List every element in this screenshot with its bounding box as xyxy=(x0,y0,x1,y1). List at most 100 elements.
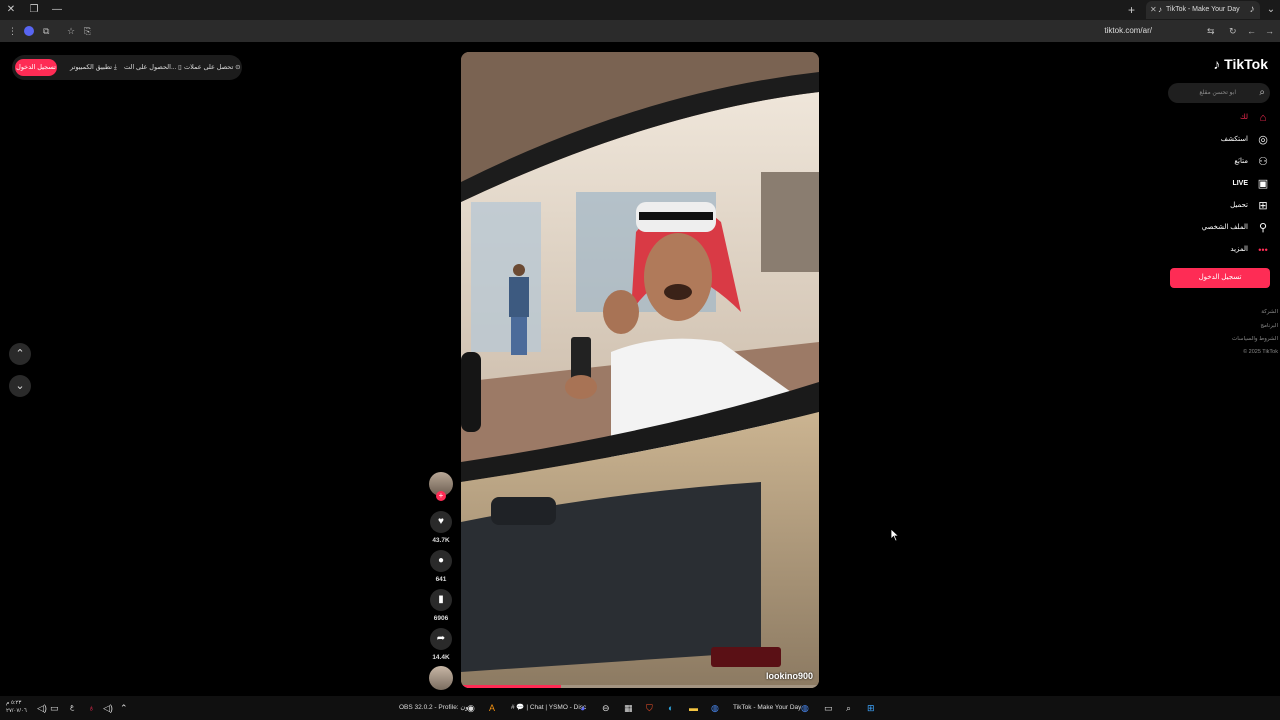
comment-action[interactable]: ● 641 xyxy=(429,550,453,583)
task-view-icon[interactable]: ▭ xyxy=(824,701,833,715)
bookmark-icon[interactable]: ▮ xyxy=(430,589,452,611)
get-app-link[interactable]: الحصول على الت... ▯ xyxy=(124,55,182,80)
coin-icon: ⊙ xyxy=(235,64,241,71)
taskbar-obs-label[interactable]: OBS 32.0.2 - Profile: بدون xyxy=(399,701,474,715)
window-close-icon[interactable]: ✕ xyxy=(4,3,18,17)
tab-favicon-icon: ♪ xyxy=(1158,5,1162,14)
system-clock[interactable]: ٥:٢٣ م ٢٧/٠٧/٠٦ xyxy=(6,699,27,715)
sidebar-item-label: المزيد xyxy=(1230,246,1248,253)
desktop-app-link[interactable]: تطبيق الكمبيوتر ⤓ xyxy=(70,55,117,80)
download-icon: ⤓ xyxy=(113,64,117,71)
tab-tiktok[interactable]: ✕ ♪ TikTok - Make Your Day xyxy=(1146,1,1260,19)
save-action[interactable]: ▮ 6906 xyxy=(429,589,453,622)
heart-icon[interactable]: ♥ xyxy=(430,511,452,533)
sidebar-item-upload[interactable]: ⊞ تحميل xyxy=(1150,199,1270,213)
tiktok-ext-icon[interactable]: ♪ xyxy=(1245,3,1259,17)
sidebar-item-label: تحميل xyxy=(1230,202,1248,209)
music-disc-avatar[interactable] xyxy=(429,666,453,690)
live-icon: ▣ xyxy=(1257,178,1269,190)
taskbar-search-icon[interactable]: ⌕ xyxy=(846,701,851,715)
like-action[interactable]: ♥ 43.7K xyxy=(429,511,453,544)
app-a-icon[interactable]: A xyxy=(489,701,495,715)
video-player[interactable]: lookino900 xyxy=(461,52,819,688)
tiktok-note-icon: ♪ xyxy=(1213,56,1221,72)
taskbar-discord-label[interactable]: # 💬 | Chat | YSMO - Disc xyxy=(511,701,586,715)
calendar-icon[interactable]: ▦ xyxy=(624,701,633,715)
search-icon[interactable]: ⌕ xyxy=(1259,86,1265,100)
browser-toolbar: ⋮ ⧉ ☆ ⎘ tiktok.com/ar/ ⇆ ↻ ← → xyxy=(0,20,1280,42)
tiktok-page: تسجيل الدخول تطبيق الكمبيوتر ⤓ الحصول عل… xyxy=(0,42,1280,696)
share-arrow-icon[interactable]: ➦ xyxy=(430,628,452,650)
profile-avatar-icon[interactable] xyxy=(24,26,34,36)
share-action[interactable]: ➦ 14.4K xyxy=(429,628,453,661)
url-text: tiktok.com/ar/ xyxy=(1104,26,1152,35)
sidebar-item-for-you[interactable]: ⌂ لك xyxy=(1150,111,1270,125)
obs-icon[interactable]: ◉ xyxy=(467,701,475,715)
footer-terms-link[interactable]: الشروط والسياسات xyxy=(1232,336,1278,342)
microphone-icon[interactable]: ♁ xyxy=(88,701,95,715)
window-minimize-icon[interactable]: — xyxy=(50,3,64,17)
file-explorer-icon[interactable]: ▬ xyxy=(689,701,698,715)
chrome-icon[interactable]: ◍ xyxy=(711,701,719,715)
address-bar[interactable]: tiktok.com/ar/ xyxy=(100,22,1240,40)
tiktok-logo[interactable]: ♪ TikTok xyxy=(1213,56,1268,72)
comment-count: 641 xyxy=(435,576,447,583)
network-icon[interactable]: ▭ xyxy=(50,701,59,715)
site-settings-icon[interactable]: ⇆ xyxy=(1207,24,1215,38)
previous-video-button[interactable]: ⌃ xyxy=(9,343,31,365)
sidebar-item-more[interactable]: ••• المزيد xyxy=(1150,243,1270,257)
promo-login-button[interactable]: تسجيل الدخول xyxy=(15,59,57,76)
video-progress-track[interactable] xyxy=(461,685,819,688)
desktop-app-label: تطبيق الكمبيوتر xyxy=(70,64,113,71)
sidebar-login-button[interactable]: تسجيل الدخول xyxy=(1170,268,1270,288)
sidebar-item-live[interactable]: ▣ LIVE xyxy=(1150,177,1270,191)
forward-icon[interactable]: → xyxy=(1265,24,1274,38)
search-placeholder: ابو تحسن مقلع xyxy=(1199,90,1236,96)
sidebar-item-following[interactable]: ⚇ متابَع xyxy=(1150,155,1270,169)
reload-icon[interactable]: ↻ xyxy=(1229,24,1237,38)
menu-dots-icon[interactable]: ⋮ xyxy=(8,24,17,38)
tray-chevron-up-icon[interactable]: ⌃ xyxy=(120,701,128,715)
back-icon[interactable]: ← xyxy=(1247,24,1256,38)
extensions-icon[interactable]: ⧉ xyxy=(43,24,49,38)
bookmark-star-icon[interactable]: ☆ xyxy=(67,24,75,38)
start-menu-icon[interactable]: ⊞ xyxy=(867,701,875,715)
sidebar-item-label: الملف الشخصي xyxy=(1201,224,1248,231)
sidebar-item-label: LIVE xyxy=(1232,180,1248,187)
save-count: 6906 xyxy=(433,615,449,622)
sidebar-item-explore[interactable]: ◎ استكشف xyxy=(1150,133,1270,147)
taskbar-tiktok-label[interactable]: TikTok - Make Your Day xyxy=(733,701,801,715)
footer-program-link[interactable]: البرنامج xyxy=(1260,323,1278,329)
discord-icon[interactable]: ◕ xyxy=(580,701,585,715)
compass-icon: ◎ xyxy=(1258,134,1268,146)
follow-plus-icon[interactable]: + xyxy=(436,491,446,501)
speaker-icon[interactable]: ◁) xyxy=(37,701,47,715)
browser-tab-bar: ✕ ❐ — + ✕ ♪ TikTok - Make Your Day ♪ ⌄ xyxy=(0,0,1280,20)
more-icon: ••• xyxy=(1258,245,1268,255)
video-progress-fill xyxy=(461,685,562,688)
footer-copyright: © 2025 TikTok xyxy=(1243,349,1278,355)
promo-bar: تسجيل الدخول تطبيق الكمبيوتر ⤓ الحصول عل… xyxy=(12,55,242,80)
edge-icon[interactable]: ◐ xyxy=(668,701,673,715)
comment-icon[interactable]: ● xyxy=(430,550,452,572)
next-video-button[interactable]: ⌄ xyxy=(9,375,31,397)
video-author-watermark: lookino900 xyxy=(765,671,813,681)
chevron-down-icon: ⌄ xyxy=(15,380,25,392)
new-tab-icon[interactable]: + xyxy=(1128,3,1135,17)
mouse-cursor-icon xyxy=(890,528,900,542)
app-circle-icon[interactable]: ⊖ xyxy=(602,701,610,715)
tab-list-icon[interactable]: ⌄ xyxy=(1264,3,1278,17)
chevron-up-icon: ⌃ xyxy=(15,348,25,360)
get-coins-link[interactable]: تحصل على عملات ⊙ xyxy=(184,55,241,80)
volume-icon[interactable]: ◁) xyxy=(103,701,113,715)
chrome-active-icon[interactable]: ◍ xyxy=(801,701,809,715)
language-indicator[interactable]: ع xyxy=(70,701,74,715)
sidebar-item-label: استكشف xyxy=(1220,136,1248,143)
footer-company-link[interactable]: الشركة xyxy=(1261,309,1278,315)
brave-icon[interactable]: ⛉ xyxy=(646,701,653,715)
share-icon[interactable]: ⎘ xyxy=(84,24,91,38)
tab-close-icon[interactable]: ✕ xyxy=(1150,1,1157,19)
window-restore-icon[interactable]: ❐ xyxy=(27,3,41,17)
sidebar-item-profile[interactable]: ⚲ الملف الشخصي xyxy=(1150,221,1270,235)
search-input[interactable]: ابو تحسن مقلع ⌕ xyxy=(1168,83,1270,103)
